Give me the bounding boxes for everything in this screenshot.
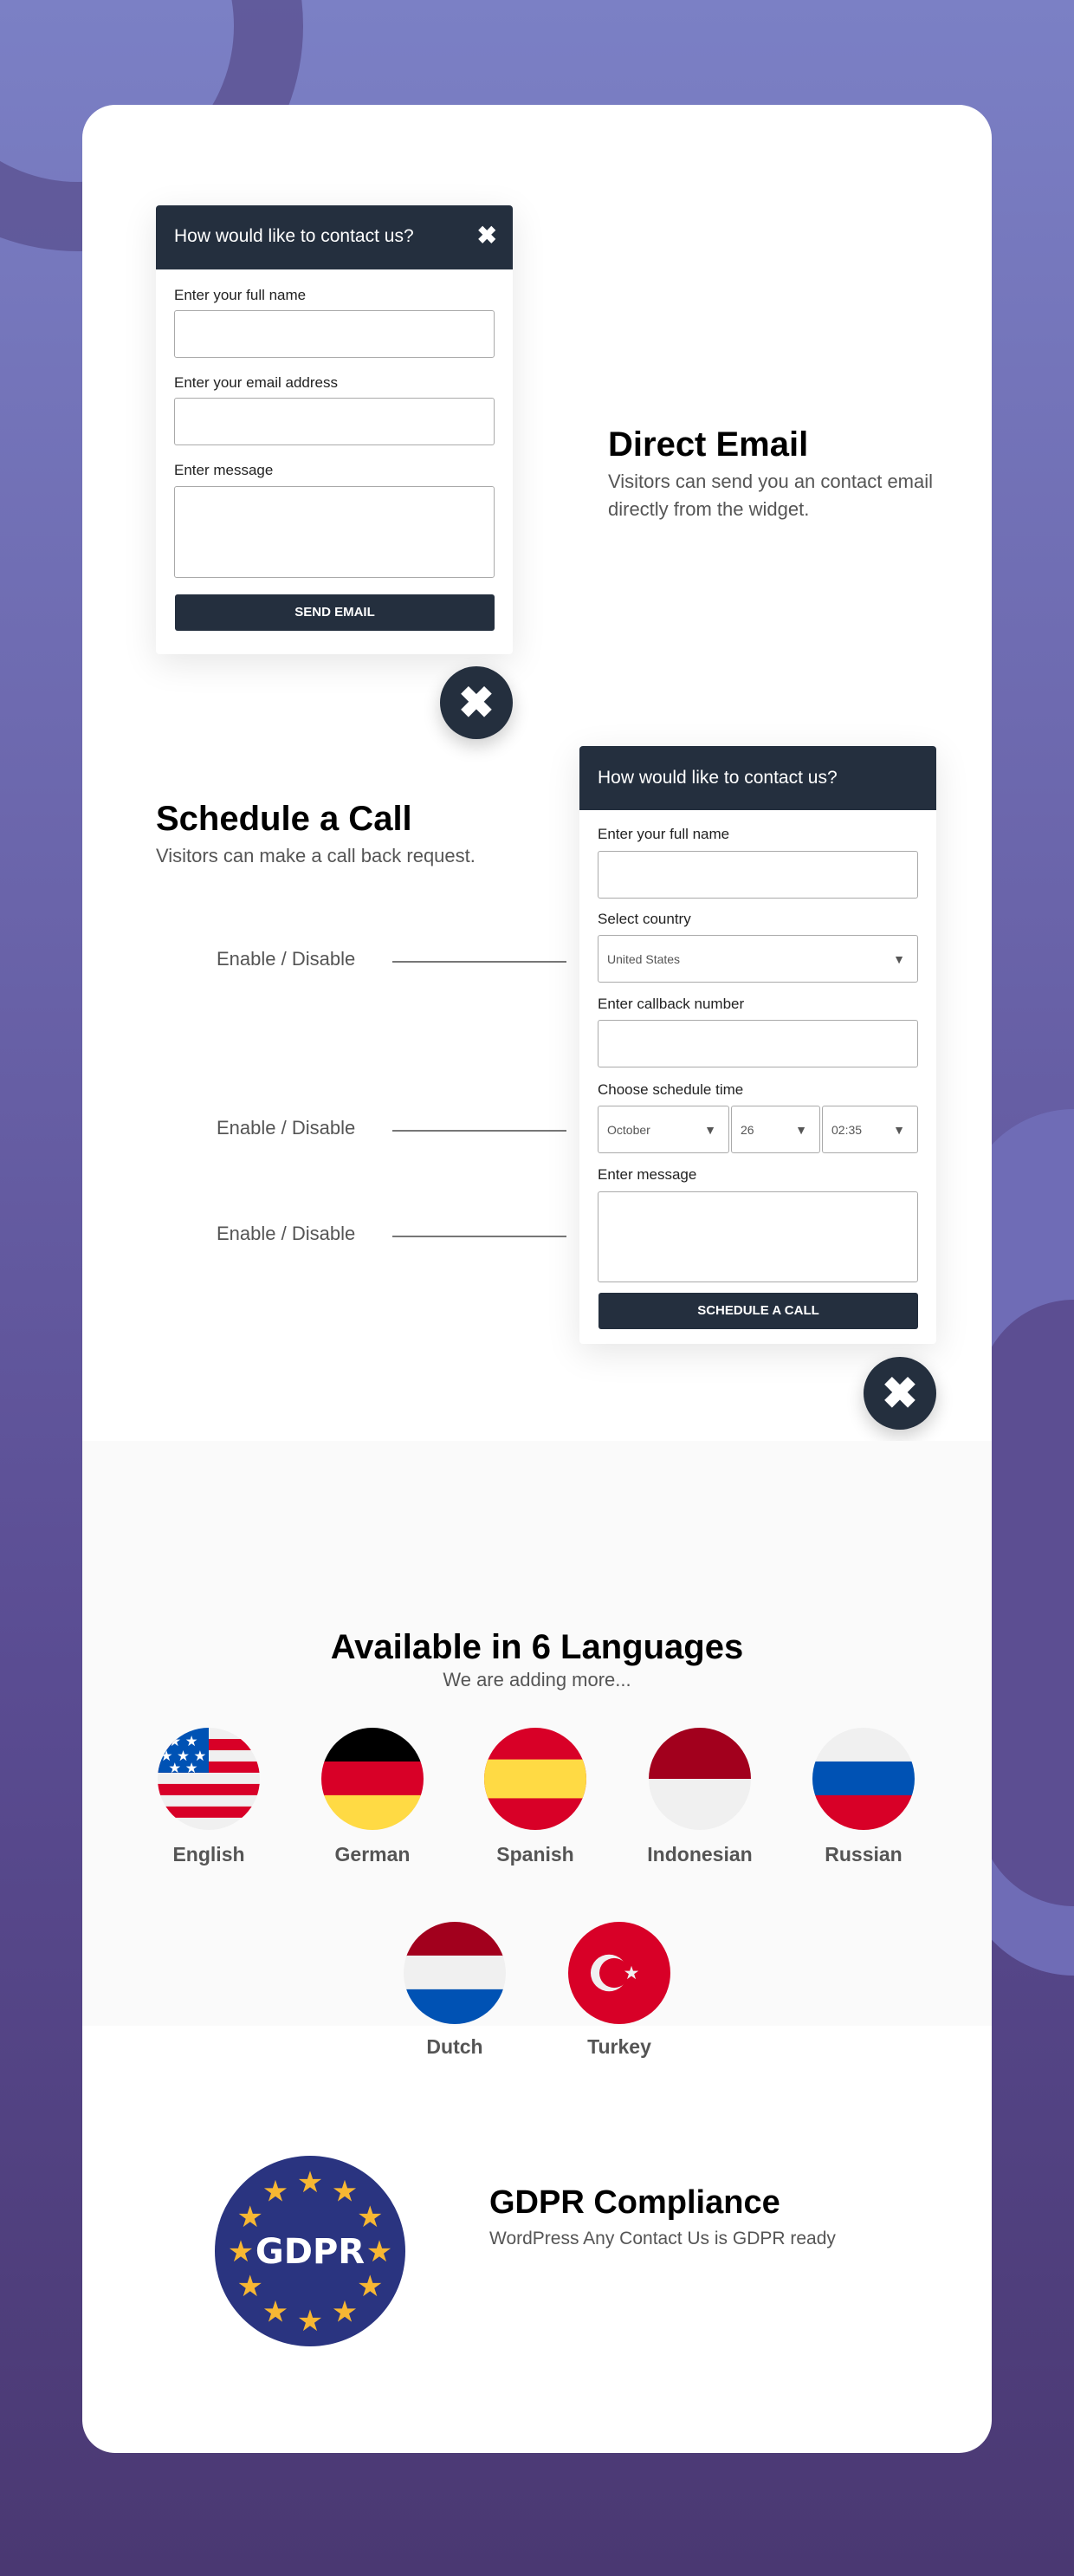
- schedule-label: Choose schedule time: [598, 1081, 744, 1098]
- star-icon: ★: [262, 2176, 288, 2209]
- svg-text:★: ★: [624, 1963, 640, 1983]
- connector-line: [392, 1130, 566, 1132]
- star-icon: ★: [297, 2305, 323, 2338]
- background-blob-inner: [979, 1300, 1074, 1906]
- star-icon: ★: [357, 2270, 383, 2303]
- flag-ru-icon: [812, 1728, 915, 1830]
- language-turkey: Turkey: [587, 2035, 651, 2058]
- message-textarea[interactable]: [174, 486, 495, 578]
- language-german: German: [334, 1843, 411, 1865]
- time-select[interactable]: 02:35 ▼: [822, 1106, 918, 1153]
- name-input[interactable]: [174, 310, 495, 358]
- widget-title: How would like to contact us?: [174, 226, 414, 246]
- star-icon: ★: [228, 2235, 254, 2268]
- name-input[interactable]: [598, 851, 918, 899]
- languages-title: Available in 6 Languages: [330, 1628, 744, 1666]
- schedule-call-title: Schedule a Call: [156, 800, 412, 838]
- name-label: Enter your full name: [598, 826, 730, 842]
- star-icon: ★: [262, 2295, 288, 2328]
- email-input[interactable]: [174, 398, 495, 445]
- language-dutch: Dutch: [426, 2035, 483, 2058]
- close-icon[interactable]: ✖: [477, 221, 497, 250]
- gdpr-badge-icon: ★ ★★★★★★★★★★★ GDPR: [215, 2156, 405, 2346]
- toggle-label-country[interactable]: Enable / Disable: [217, 948, 355, 970]
- gdpr-title: GDPR Compliance: [489, 2184, 780, 2221]
- chevron-down-icon: ▼: [795, 1122, 807, 1137]
- language-indonesian: Indonesian: [647, 1843, 753, 1865]
- chevron-down-icon: ▼: [893, 951, 905, 966]
- day-select[interactable]: 26 ▼: [731, 1106, 820, 1153]
- name-label: Enter your full name: [174, 287, 307, 303]
- schedule-call-description: Visitors can make a call back request.: [156, 845, 476, 866]
- chevron-down-icon: ▼: [704, 1122, 716, 1137]
- message-textarea[interactable]: [598, 1191, 918, 1282]
- flag-us-icon: ★ ★ ★ ★ ★ ★ ★: [158, 1728, 260, 1830]
- flag-id-icon: [649, 1728, 751, 1830]
- email-widget: How would like to contact us? ✖ Enter yo…: [156, 205, 513, 654]
- languages-section: Available in 6 Languages We are adding m…: [82, 1441, 992, 2058]
- feature-card: How would like to contact us? ✖ Enter yo…: [82, 105, 992, 2453]
- language-spanish: Spanish: [496, 1843, 574, 1865]
- star-icon: ★: [297, 2166, 323, 2199]
- chevron-down-icon: ▼: [893, 1122, 905, 1137]
- widget-header: How would like to contact us? ✖: [156, 205, 513, 269]
- country-select[interactable]: United States ▼: [598, 935, 918, 983]
- callback-label: Enter callback number: [598, 996, 745, 1012]
- schedule-call-button[interactable]: SCHEDULE A CALL: [598, 1293, 918, 1329]
- languages-subtitle: We are adding more...: [443, 1669, 631, 1690]
- flag-es-icon: [484, 1728, 586, 1830]
- country-label: Select country: [598, 911, 691, 927]
- gdpr-description: WordPress Any Contact Us is GDPR ready: [489, 2229, 836, 2248]
- connector-line: [392, 1236, 566, 1237]
- widget-title: How would like to contact us?: [598, 768, 838, 788]
- gdpr-badge-text: GDPR: [256, 2232, 365, 2272]
- message-label: Enter message: [174, 462, 274, 478]
- connector-line: [392, 961, 566, 963]
- flag-tr-icon: ★: [568, 1922, 670, 2024]
- star-icon: ★: [366, 2235, 392, 2268]
- star-icon: ★: [236, 2201, 262, 2234]
- close-widget-button[interactable]: ✖: [440, 666, 513, 739]
- toggle-label-message[interactable]: Enable / Disable: [217, 1223, 355, 1245]
- star-icon: ★: [332, 2295, 358, 2328]
- schedule-widget: How would like to contact us? Enter your…: [579, 746, 936, 1344]
- language-english: English: [172, 1843, 245, 1865]
- message-label: Enter message: [598, 1166, 697, 1183]
- star-icon: ★: [236, 2270, 262, 2303]
- toggle-label-schedule[interactable]: Enable / Disable: [217, 1117, 355, 1139]
- direct-email-title: Direct Email: [608, 425, 809, 464]
- direct-email-description: Visitors can send you an contact email d…: [608, 470, 934, 520]
- star-icon: ★: [332, 2176, 358, 2209]
- star-icon: ★: [357, 2201, 383, 2234]
- flag-de-icon: [321, 1728, 424, 1830]
- svg-text:★ ★: ★ ★: [168, 1734, 197, 1749]
- flag-nl-icon: [404, 1922, 506, 2024]
- send-email-button[interactable]: SEND EMAIL: [175, 594, 495, 631]
- widget-header: How would like to contact us?: [579, 746, 936, 810]
- email-label: Enter your email address: [174, 374, 338, 391]
- callback-input[interactable]: [598, 1020, 918, 1067]
- language-russian: Russian: [825, 1843, 903, 1865]
- svg-text:★ ★: ★ ★: [168, 1761, 197, 1776]
- month-select[interactable]: October ▼: [598, 1106, 729, 1153]
- close-widget-button[interactable]: ✖: [864, 1357, 936, 1430]
